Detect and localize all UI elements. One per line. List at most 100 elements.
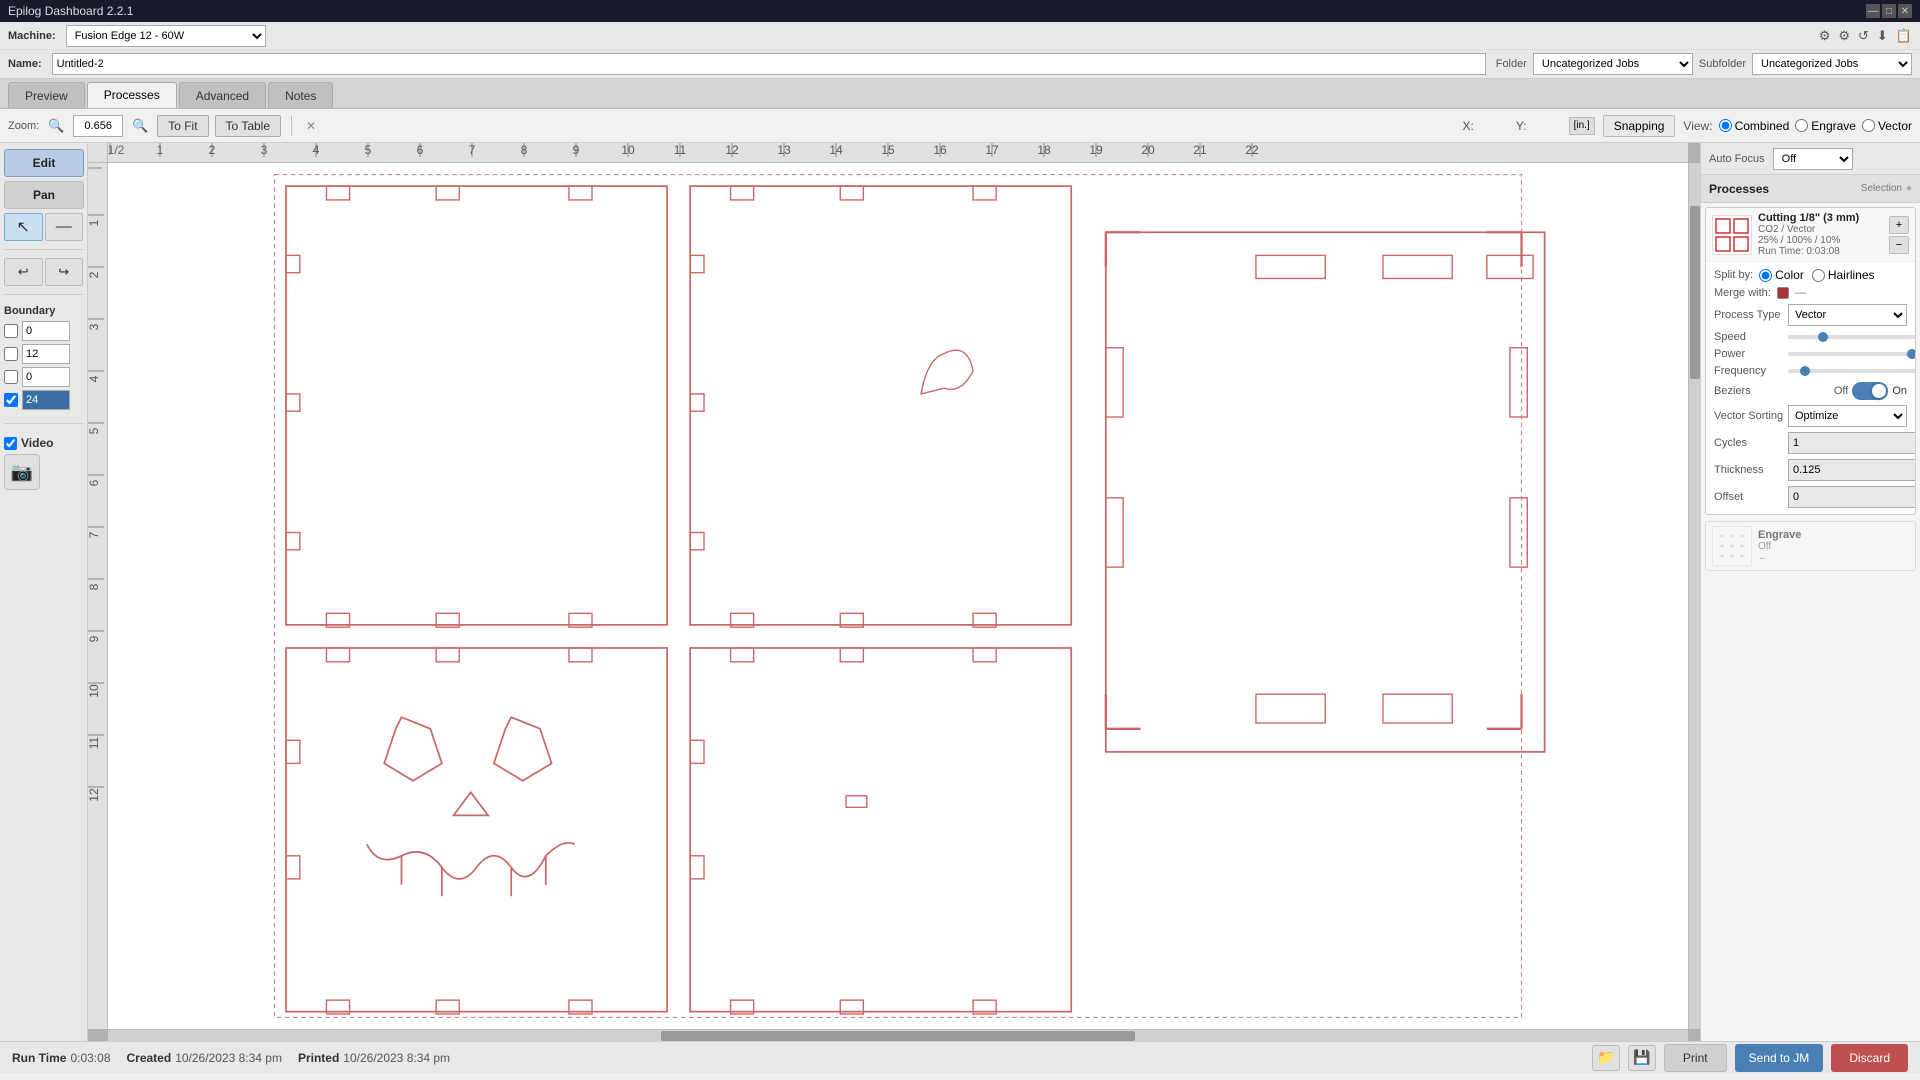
offset-input[interactable] [1788,486,1916,508]
maximize-button[interactable]: □ [1882,4,1896,18]
gear-icon[interactable]: ⚙ [1819,28,1831,44]
engrave-process-card[interactable]: Engrave Off ← [1705,521,1916,571]
zoom-out-button[interactable]: 🔍 [45,115,67,137]
discard-button[interactable]: Discard [1831,1044,1908,1072]
boundary-check-4[interactable] [4,393,18,407]
x-coord-group: X: [1463,119,1508,133]
zoom-in-button[interactable]: 🔍 [129,115,151,137]
pan-button[interactable]: Pan [4,181,84,209]
title-bar: Epilog Dashboard 2.2.1 — □ ✕ [0,0,1920,22]
send-to-button[interactable]: Send to JM [1735,1044,1824,1072]
video-title: Video [4,436,83,450]
speed-slider[interactable] [1788,335,1916,339]
svg-text:8: 8 [521,143,528,157]
created-label: Created [127,1051,172,1065]
merge-color-dot[interactable] [1777,287,1789,299]
tab-processes[interactable]: Processes [87,82,177,108]
print-button[interactable]: Print [1664,1044,1727,1072]
zoom-value[interactable] [73,115,123,137]
save-button[interactable]: 💾 [1628,1045,1656,1071]
subfolder-label: Subfolder [1699,58,1746,70]
machine-select[interactable]: Fusion Edge 12 - 60W [66,25,266,47]
cutting-collapse-button[interactable]: − [1889,236,1909,254]
folder-select[interactable]: Uncategorized Jobs [1533,53,1693,75]
to-fit-button[interactable]: To Fit [157,115,208,137]
frequency-row: Frequency 10.0 % [1714,365,1907,377]
cutting-card-actions: + − [1889,216,1909,254]
vector-sorting-select[interactable]: Optimize Inside-Out [1788,405,1907,427]
vertical-scrollbar[interactable] [1688,163,1700,1029]
video-checkbox[interactable] [4,437,17,450]
engrave-arrow: ← [1758,552,1903,563]
boundary-input-3[interactable] [22,367,70,387]
toolbar: Zoom: 🔍 🔍 To Fit To Table ✕ X: Y: [in.] … [0,109,1920,143]
boundary-field-1 [4,321,83,341]
selection-label: Selection [1861,183,1902,194]
cutting-card-header: Cutting 1/8" (3 mm) CO2 / Vector 25% / 1… [1706,208,1915,261]
view-engrave[interactable]: Engrave [1795,119,1856,133]
close-x-button[interactable]: ✕ [306,119,316,133]
processes-title: Processes [1709,182,1769,196]
scrollbar-thumb-v[interactable] [1690,206,1700,379]
canvas-area[interactable]: 1/2 1 2 3 4 5 6 7 8 [88,143,1700,1041]
canvas-content[interactable] [108,163,1688,1029]
snapping-button[interactable]: Snapping [1603,115,1676,137]
boundary-check-1[interactable] [4,324,18,338]
cycles-input[interactable] [1788,432,1916,454]
right-panel: Auto Focus Off On Processes Selection ● [1700,143,1920,1041]
split-hairlines-option[interactable]: Hairlines [1812,268,1875,282]
boundary-field-2 [4,344,83,364]
tab-notes[interactable]: Notes [268,82,333,108]
boundary-check-2[interactable] [4,347,18,361]
view-vector[interactable]: Vector [1862,119,1912,133]
svg-text:14: 14 [829,143,843,157]
undo-button[interactable]: ↩ [4,258,43,286]
close-button[interactable]: ✕ [1898,4,1912,18]
process-type-select[interactable]: Vector Raster [1788,304,1907,326]
status-bar: Run Time 0:03:08 Created 10/26/2023 8:34… [0,1041,1920,1073]
refresh-icon[interactable]: ↺ [1858,28,1869,44]
view-combined[interactable]: Combined [1719,119,1790,133]
frequency-slider[interactable] [1788,369,1916,373]
cutting-sub1: CO2 / Vector [1758,224,1883,235]
edit-button[interactable]: Edit [4,149,84,177]
thickness-input[interactable] [1788,459,1916,481]
drag-tool[interactable]: — [45,213,84,241]
cutting-process-card[interactable]: Cutting 1/8" (3 mm) CO2 / Vector 25% / 1… [1705,207,1916,515]
boundary-check-3[interactable] [4,370,18,384]
tab-preview[interactable]: Preview [8,82,85,108]
power-label: Power [1714,348,1784,360]
tab-advanced[interactable]: Advanced [179,82,266,108]
gear2-icon[interactable]: ⚙ [1838,28,1850,44]
boundary-input-1[interactable] [22,321,70,341]
left-sidebar: Edit Pan ↖ — ↩ ↪ Boundary [0,143,88,1041]
processes-header: Processes Selection ● [1701,175,1920,203]
autofocus-select[interactable]: Off On [1773,148,1853,170]
app-title: Epilog Dashboard 2.2.1 [8,4,133,18]
subfolder-select[interactable]: Uncategorized Jobs [1752,53,1912,75]
ruler-left: 1 2 3 4 5 6 7 8 9 [88,163,108,1029]
boundary-input-4[interactable] [22,390,70,410]
split-color-option[interactable]: Color [1759,268,1804,282]
sidebar-divider-3 [4,423,83,424]
clipboard-icon[interactable]: 📋 [1896,28,1912,44]
svg-text:4: 4 [313,143,320,157]
to-table-button[interactable]: To Table [215,115,281,137]
cutting-expand-button[interactable]: + [1889,216,1909,234]
boundary-input-2[interactable] [22,344,70,364]
scrollbar-thumb-h[interactable] [661,1031,1135,1041]
video-camera-button[interactable]: 📷 [4,454,40,490]
horizontal-scrollbar[interactable] [108,1029,1688,1041]
minimize-button[interactable]: — [1866,4,1880,18]
window-controls[interactable]: — □ ✕ [1866,4,1912,18]
beziers-toggle[interactable] [1852,382,1888,400]
folder-open-button[interactable]: 📁 [1592,1045,1620,1071]
redo-button[interactable]: ↪ [45,258,84,286]
name-input[interactable] [52,53,1486,75]
svg-text:3: 3 [88,323,101,330]
svg-text:6: 6 [88,479,101,486]
select-tool[interactable]: ↖ [4,213,43,241]
power-slider[interactable] [1788,352,1916,356]
autofocus-bar: Auto Focus Off On [1701,143,1920,175]
download-icon[interactable]: ⬇ [1877,28,1888,44]
